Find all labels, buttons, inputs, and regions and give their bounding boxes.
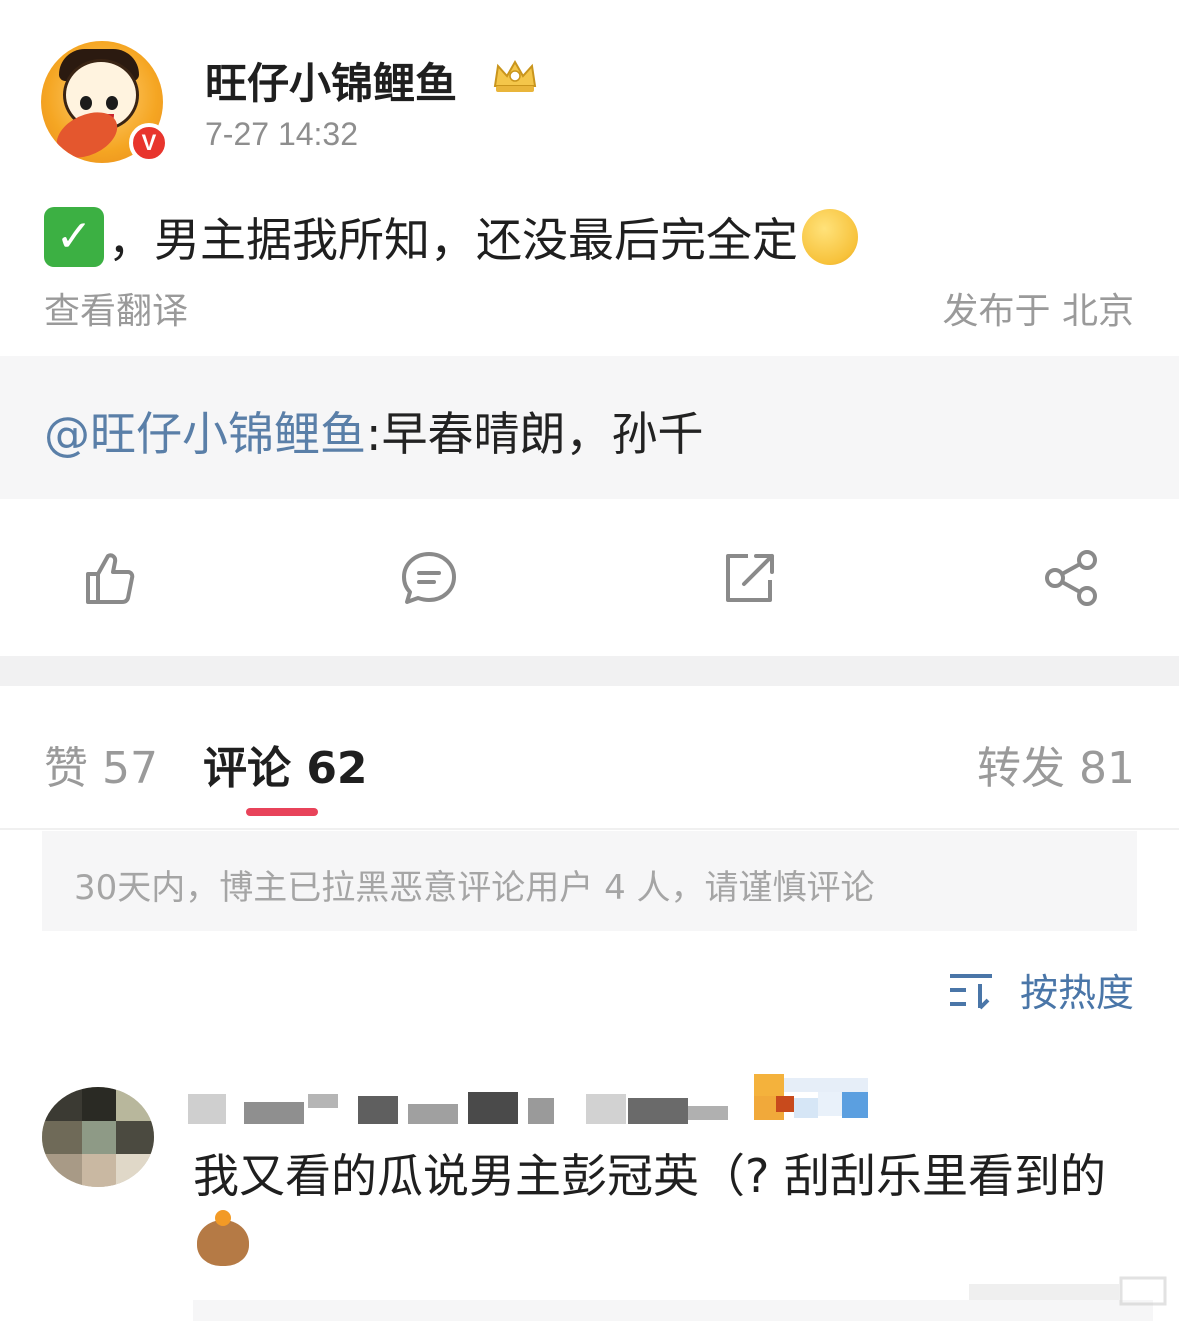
commenter-badge-icon: [754, 1074, 868, 1120]
repost-icon[interactable]: [720, 548, 780, 608]
quoted-post-content: :早春晴朗，孙千: [366, 407, 704, 461]
view-translation-link[interactable]: 查看翻译: [44, 282, 188, 334]
tab-likes[interactable]: 赞 57: [44, 732, 158, 796]
watermark-icon: [969, 1276, 1167, 1306]
sort-toggle[interactable]: 按热度: [948, 962, 1134, 1017]
crown-badge-icon[interactable]: [490, 56, 540, 96]
quoted-author-mention[interactable]: @旺仔小锦鲤鱼: [44, 407, 366, 461]
tab-comments[interactable]: 评论 62: [203, 732, 368, 796]
action-bar: [0, 520, 1179, 640]
section-divider: [0, 656, 1179, 686]
commenter-avatar[interactable]: [42, 1087, 154, 1187]
comment-notice-text: 30天内，博主已拉黑恶意评论用户 4 人，请谨慎评论: [74, 868, 875, 908]
active-tab-indicator: [246, 808, 318, 816]
post-timestamp: 7-27 14:32: [205, 116, 359, 152]
capybara-sticker-icon: [197, 1210, 249, 1266]
tab-reposts[interactable]: 转发 81: [977, 732, 1135, 796]
tabs-divider: [0, 828, 1179, 830]
check-mark-icon: ✓: [44, 207, 104, 267]
sort-icon: [949, 973, 992, 1009]
comment-text: 我又看的瓜说男主彭冠英（? 刮刮乐里看到的: [193, 1142, 1133, 1278]
share-icon[interactable]: [1041, 548, 1101, 608]
like-icon[interactable]: [78, 548, 138, 608]
post-location: 发布于 北京: [942, 291, 1134, 332]
comment-icon[interactable]: [399, 548, 459, 608]
post-text: ✓ ，男主据我所知，还没最后完全定: [44, 204, 858, 270]
quoted-post-text: @旺仔小锦鲤鱼:早春晴朗，孙千: [44, 398, 704, 464]
sort-label: 按热度: [1019, 971, 1134, 1015]
verified-icon: V: [129, 123, 169, 163]
comment-text-content: 我又看的瓜说男主彭冠英（? 刮刮乐里看到的: [193, 1149, 1107, 1203]
thinking-face-icon: [802, 209, 858, 265]
commenter-name-pixelated[interactable]: [188, 1088, 728, 1128]
post-text-content: ，男主据我所知，还没最后完全定: [108, 213, 798, 267]
author-name[interactable]: 旺仔小锦鲤鱼: [205, 50, 457, 111]
